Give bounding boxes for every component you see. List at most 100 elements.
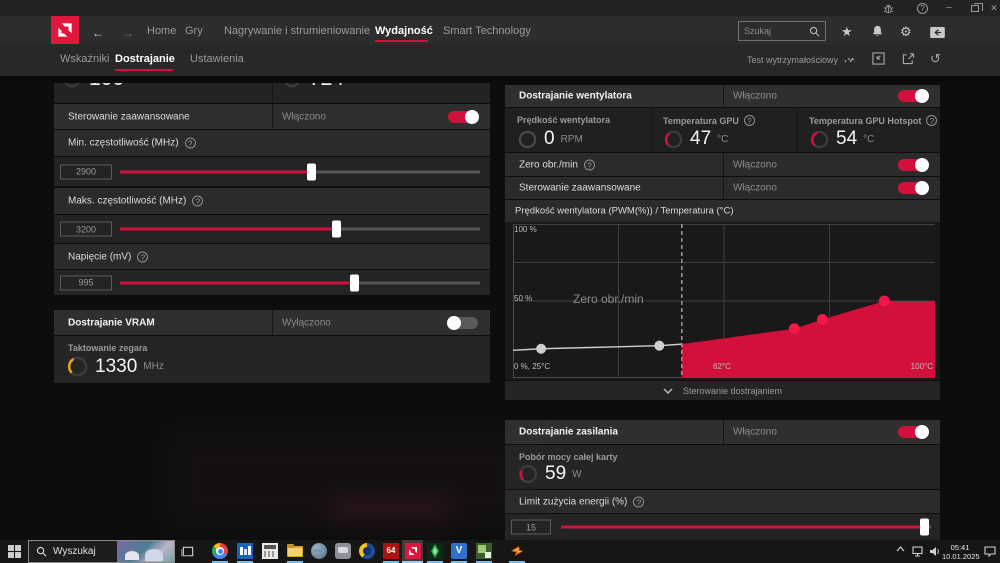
chat-app-icon[interactable] bbox=[335, 543, 351, 559]
amd-radeon-logo[interactable] bbox=[51, 16, 79, 44]
vram-header-row: Dostrajanie VRAM Wyłączono bbox=[54, 310, 490, 335]
chart-annotation-zero-rpm: Zero obr./min bbox=[573, 292, 644, 306]
tab-tuning[interactable]: Dostrajanie bbox=[115, 53, 175, 65]
stress-test-label[interactable]: Test wytrzymałościowy bbox=[747, 55, 838, 65]
vram-toggle[interactable] bbox=[448, 317, 478, 329]
windows-taskbar: Wyszukaj 64 V bbox=[0, 540, 1000, 563]
min-freq-slider[interactable] bbox=[120, 170, 480, 173]
power-draw-gauge-icon bbox=[517, 463, 539, 485]
advanced-control-label: Sterowanie zaawansowane bbox=[68, 111, 190, 122]
power-limit-input[interactable] bbox=[511, 520, 551, 535]
nav-home[interactable]: Home bbox=[147, 25, 176, 37]
power-tuning-header-row: Dostrajanie zasilania Włączono bbox=[505, 420, 940, 444]
fan-chart-title-row: Prędkość wentylatora (PWM(%)) / Temperat… bbox=[505, 200, 940, 222]
fan-advanced-state: Włączono bbox=[733, 183, 777, 194]
v-app-icon[interactable]: V bbox=[451, 543, 467, 559]
fan-speed-value: 0 bbox=[544, 128, 555, 150]
search-input[interactable] bbox=[744, 24, 806, 38]
gpu-voltage-unit: mV bbox=[350, 83, 365, 85]
fan-tuning-title: Dostrajanie wentylatora bbox=[519, 91, 632, 102]
hotspot-temp-value: 54 bbox=[836, 128, 857, 150]
round-app-icon[interactable] bbox=[359, 543, 375, 559]
search-highlight-image[interactable] bbox=[117, 541, 174, 562]
tray-chevron-up-icon[interactable] bbox=[896, 546, 905, 552]
tray-network-icon[interactable] bbox=[912, 546, 925, 557]
monitor-bars-app-icon[interactable] bbox=[237, 543, 253, 559]
voltage-input[interactable] bbox=[60, 275, 112, 290]
tray-volume-icon[interactable] bbox=[929, 546, 941, 557]
export-profile-icon[interactable] bbox=[902, 52, 915, 65]
voltage-help-icon[interactable]: ? bbox=[137, 251, 148, 262]
file-explorer-icon[interactable] bbox=[287, 543, 303, 559]
gpu-freq-unit: MHz bbox=[130, 83, 151, 85]
flag-app-icon[interactable] bbox=[476, 543, 492, 559]
fan-tuning-toggle[interactable] bbox=[898, 90, 928, 102]
globe-app-icon[interactable] bbox=[311, 543, 327, 559]
fan-advanced-toggle[interactable] bbox=[898, 182, 928, 194]
search-icon bbox=[36, 546, 47, 557]
help-icon[interactable]: ? bbox=[917, 3, 928, 14]
chrome-icon[interactable] bbox=[212, 543, 228, 559]
min-freq-input[interactable] bbox=[60, 164, 112, 179]
hotspot-temp-help-icon[interactable]: ? bbox=[926, 115, 937, 126]
flame-app-icon[interactable] bbox=[509, 543, 525, 559]
settings-gear-icon[interactable]: ⚙ bbox=[900, 24, 912, 40]
power-tuning-toggle[interactable] bbox=[898, 426, 928, 438]
max-freq-slider[interactable] bbox=[120, 228, 480, 231]
tab-settings[interactable]: Ustawienia bbox=[190, 53, 244, 65]
load-profile-icon[interactable] bbox=[872, 52, 885, 65]
search-box[interactable] bbox=[738, 21, 826, 41]
back-arrow-icon[interactable]: ← bbox=[92, 26, 104, 40]
gpu-temp-help-icon[interactable]: ? bbox=[744, 115, 755, 126]
reset-icon[interactable]: ↺ bbox=[930, 51, 941, 67]
tray-time: 05:41 bbox=[942, 543, 978, 552]
gpu-temp-gauge-icon bbox=[663, 129, 684, 150]
gpu-voltage-value: 724 bbox=[309, 83, 344, 91]
close-button[interactable]: ✕ bbox=[986, 2, 1000, 14]
task-view-icon[interactable] bbox=[181, 545, 195, 558]
forward-arrow-icon[interactable]: → bbox=[122, 26, 134, 40]
vram-state: Wyłączono bbox=[282, 317, 331, 328]
taskbar-search-placeholder: Wyszukaj bbox=[53, 546, 96, 557]
restore-button[interactable] bbox=[971, 5, 979, 12]
minimize-button[interactable]: – bbox=[941, 2, 957, 14]
nav-smart-technology[interactable]: Smart Technology bbox=[443, 25, 531, 37]
bug-report-icon[interactable] bbox=[880, 2, 896, 15]
power-draw-row: Pobór mocy całej karty 59 W bbox=[505, 445, 940, 489]
advanced-control-toggle[interactable] bbox=[448, 111, 478, 123]
tab-metrics[interactable]: Wskaźniki bbox=[60, 53, 110, 65]
green-app-icon[interactable] bbox=[427, 543, 443, 559]
start-button[interactable] bbox=[8, 545, 21, 558]
radeon-taskbar-active-bg[interactable] bbox=[402, 540, 423, 563]
nav-record-stream[interactable]: Nagrywanie i strumieniowanie bbox=[224, 25, 370, 37]
max-freq-help-icon[interactable]: ? bbox=[192, 196, 203, 207]
power-limit-slider[interactable] bbox=[561, 526, 931, 529]
taskbar-search[interactable]: Wyszukaj bbox=[28, 540, 175, 563]
fan-speed-gauge-icon bbox=[517, 129, 538, 150]
max-freq-input[interactable] bbox=[60, 222, 112, 237]
zero-rpm-toggle[interactable] bbox=[898, 159, 928, 171]
hotspot-temp-label: Temperatura GPU Hotspot? bbox=[809, 115, 937, 126]
notifications-bell-icon[interactable] bbox=[871, 25, 884, 38]
nav-performance[interactable]: Wydajność bbox=[375, 25, 433, 37]
tray-clock[interactable]: 05:41 10.01.2025 bbox=[942, 543, 978, 562]
nav-games[interactable]: Gry bbox=[185, 25, 203, 37]
voltage-slider[interactable] bbox=[120, 281, 480, 284]
chevron-down-icon bbox=[663, 388, 673, 394]
fan-curve-chart[interactable]: 100 % 50 % 0 %, 25°C 62°C 100°C Zero obr… bbox=[505, 222, 940, 380]
favorites-star-icon[interactable]: ★ bbox=[841, 24, 853, 40]
action-center-icon[interactable] bbox=[984, 546, 996, 557]
zero-rpm-help-icon[interactable]: ? bbox=[584, 159, 595, 170]
calculator-icon[interactable] bbox=[262, 543, 278, 559]
chart-label-origin: 0 %, 25°C bbox=[514, 362, 550, 371]
hotspot-temp-unit: °C bbox=[863, 134, 874, 145]
overlay-panel-icon[interactable] bbox=[930, 27, 945, 38]
min-freq-help-icon[interactable]: ? bbox=[185, 138, 196, 149]
power-limit-help-icon[interactable]: ? bbox=[633, 496, 644, 507]
app-64-icon[interactable]: 64 bbox=[383, 543, 399, 559]
fan-chart-title: Prędkość wentylatora (PWM(%)) / Temperat… bbox=[515, 206, 733, 217]
max-freq-slider-row bbox=[54, 215, 490, 243]
tuning-control-collapse[interactable]: Sterowanie dostrajaniem bbox=[505, 381, 940, 400]
stress-test-gauge-icon[interactable] bbox=[843, 53, 857, 65]
vram-clock-row: Taktowanie zegara 1330 MHz bbox=[54, 336, 490, 383]
